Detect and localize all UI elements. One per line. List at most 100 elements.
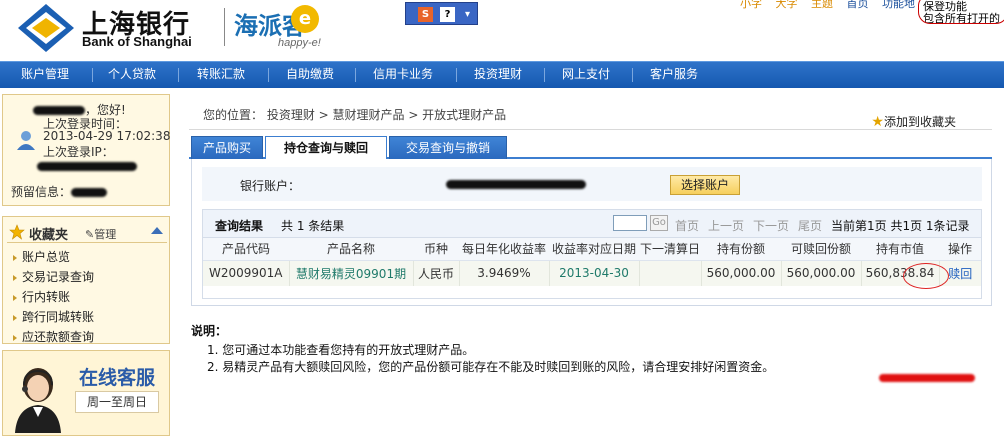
notes-list: 1. 您可通过本功能查看您持有的开放式理财产品。 2. 易精灵产品有大额赎回风险… [191, 342, 774, 376]
column-header: 币种 [413, 238, 459, 261]
add-favorite-button[interactable]: ★添加到收藏夹 [871, 107, 956, 137]
tab-bar: 产品购买 持仓查询与赎回 交易查询与撤销 [189, 136, 992, 159]
last-login-time: 2013-04-29 17:02:38 [43, 129, 171, 143]
favorite-item-repayment-query[interactable]: 应还款额查询 [13, 327, 94, 347]
prev-page-link[interactable]: 上一页 [708, 217, 744, 234]
favorite-item-interbank-transfer[interactable]: 跨行同城转账 [13, 307, 94, 327]
notes-title: 说明： [191, 324, 228, 338]
collapse-icon[interactable] [151, 227, 163, 234]
toolbar-dropdown-icon[interactable]: ▾ [460, 7, 475, 22]
currency-cell: 人民币 [413, 260, 460, 286]
holding-shares-cell: 560,000.00 [701, 260, 782, 286]
redacted-ip [37, 159, 137, 173]
edit-icon: ✎ [85, 228, 95, 241]
redacted-account-number [446, 180, 586, 189]
nav-divider [178, 68, 179, 82]
redacted-reserved-info [71, 188, 108, 197]
tab-holdings-redeem[interactable]: 持仓查询与赎回 [265, 136, 387, 159]
reserved-info-line: 预留信息： [11, 183, 108, 200]
column-header: 下一清算日 [639, 238, 701, 261]
nav-customer-service[interactable]: 客户服务 [650, 62, 698, 88]
logo-divider [224, 8, 225, 46]
go-button[interactable]: Go [650, 215, 668, 231]
help-icon[interactable]: ? [440, 7, 455, 22]
main-nav: 账户管理 个人贷款 转账汇款 自助缴费 信用卡业务 投资理财 网上支付 客户服务 [0, 61, 1004, 88]
next-page-link[interactable]: 下一页 [753, 217, 789, 234]
page-status: 当前第1页 共1页 1条记录 [831, 219, 970, 233]
nav-self-payment[interactable]: 自助缴费 [286, 62, 334, 88]
column-header: 持有份额 [701, 238, 781, 261]
nav-account-management[interactable]: 账户管理 [21, 62, 69, 88]
redacted-username [33, 106, 85, 115]
theme-link[interactable]: 主题 [811, 0, 833, 10]
nav-divider [268, 68, 269, 82]
product-name-link[interactable]: 慧财易精灵09901期 [289, 260, 414, 286]
main-content: 您的位置： 投资理财 > 慧财理财产品 > 开放式理财产品 ★添加到收藏夹 产品… [189, 98, 995, 438]
nav-investment[interactable]: 投资理财 [474, 62, 522, 88]
function-map-link[interactable]: 功能地 [882, 0, 915, 10]
nav-divider [355, 68, 356, 82]
result-title: 查询结果 [215, 219, 264, 233]
sidebar: ，您好! 上次登录时间： 2013-04-29 17:02:38 上次登录IP：… [0, 90, 172, 438]
breadcrumb-text: 您的位置： 投资理财 > 慧财理财产品 > 开放式理财产品 [203, 108, 507, 122]
happy-e-icon: e [291, 5, 319, 33]
last-page-link[interactable]: 尾页 [798, 217, 822, 234]
redeemable-shares-cell: 560,000.00 [781, 260, 862, 286]
tab-transaction-query[interactable]: 交易查询与撤销 [389, 136, 507, 159]
small-font-link[interactable]: 小字 [740, 0, 762, 10]
select-account-button[interactable]: 选择账户 [670, 175, 740, 195]
bank-name-en: Bank of Shanghai [82, 34, 192, 49]
nav-online-payment[interactable]: 网上支付 [562, 62, 610, 88]
star-plus-icon: ★ [871, 114, 884, 130]
tooltip-bubble: 保登功能 包含所有打开的 [918, 0, 1004, 24]
tooltip-line: 包含所有打开的 [923, 12, 1000, 24]
happy-e-slogan: happy-e! [278, 37, 321, 49]
content-box: 银行账户： 选择账户 查询结果 共 1 条结果 Go 首页 上一页 下一页 尾页… [191, 159, 992, 306]
page-number-input[interactable] [613, 215, 647, 231]
top-links: 小字 大字 主题 首页 功能地 [740, 0, 925, 11]
favorites-title: 收藏夹 [29, 228, 69, 243]
breadcrumb: 您的位置： 投资理财 > 慧财理财产品 > 开放式理财产品 ★添加到收藏夹 [189, 100, 992, 130]
favorite-item-transaction-query[interactable]: 交易记录查询 [13, 267, 94, 287]
column-header: 持有市值 [861, 238, 939, 261]
note-item: 1. 您可通过本功能查看您持有的开放式理财产品。 [207, 343, 475, 357]
nav-personal-loan[interactable]: 个人贷款 [108, 62, 156, 88]
favorites-list: 账户总览 交易记录查询 行内转账 跨行同城转账 应还款额查询 [13, 247, 94, 347]
reserved-info-label: 预留信息： [11, 185, 72, 199]
header: 上海银行 Bank of Shanghai 海派客 e happy-e! S ?… [0, 0, 1004, 60]
result-count: 共 1 条结果 [281, 219, 345, 233]
large-font-link[interactable]: 大字 [776, 0, 798, 10]
table-header-row: 产品代码 产品名称 币种 每日年化收益率 收益率对应日期 下一清算日 持有份额 … [203, 238, 981, 261]
notes-section: 说明： 1. 您可通过本功能查看您持有的开放式理财产品。 2. 易精灵产品有大额… [191, 322, 774, 376]
column-header: 操作 [939, 238, 981, 261]
table-row: W2009901A 慧财易精灵09901期 人民币 3.9469% 2013-0… [203, 260, 981, 286]
product-code-cell: W2009901A [203, 260, 290, 286]
favorite-item-account-overview[interactable]: 账户总览 [13, 247, 94, 267]
column-header: 收益率对应日期 [549, 238, 639, 261]
online-service-panel[interactable]: 在线客服 周一至周日 [2, 350, 170, 436]
home-link[interactable]: 首页 [847, 0, 869, 10]
column-header: 可赎回份额 [781, 238, 861, 261]
toolbar-s-button[interactable]: S [418, 7, 433, 22]
column-header: 产品代码 [203, 238, 289, 261]
annotation-circle [903, 263, 949, 289]
column-header: 每日年化收益率 [459, 238, 549, 261]
favorite-item-internal-transfer[interactable]: 行内转账 [13, 287, 94, 307]
service-hours: 周一至周日 [75, 391, 159, 413]
favorites-panel: 收藏夹 ✎管理 账户总览 交易记录查询 行内转账 跨行同城转账 应还款额查询 [2, 216, 170, 344]
redaction-scribble [879, 374, 975, 382]
yield-rate-cell: 3.9469% [459, 260, 550, 286]
favorites-manage-link[interactable]: ✎管理 [85, 226, 116, 242]
account-row: 银行账户： 选择账户 [202, 167, 982, 201]
tab-product-purchase[interactable]: 产品购买 [191, 136, 263, 159]
note-item: 2. 易精灵产品有大额赎回风险，您的产品份额可能存在不能及时赎回到账的风险，请合… [207, 360, 775, 374]
greeting-panel: ，您好! 上次登录时间： 2013-04-29 17:02:38 上次登录IP：… [2, 94, 170, 206]
result-header: 查询结果 共 1 条结果 Go 首页 上一页 下一页 尾页 当前第1页 共1页 … [203, 210, 981, 238]
nav-transfer[interactable]: 转账汇款 [197, 62, 245, 88]
add-favorite-label: 添加到收藏夹 [883, 115, 956, 129]
first-page-link[interactable]: 首页 [675, 217, 699, 234]
online-service-title: 在线客服 [79, 367, 156, 389]
nav-credit-card[interactable]: 信用卡业务 [373, 62, 433, 88]
favorites-manage-label: 管理 [94, 228, 117, 241]
holdings-table: 产品代码 产品名称 币种 每日年化收益率 收益率对应日期 下一清算日 持有份额 … [203, 238, 981, 286]
